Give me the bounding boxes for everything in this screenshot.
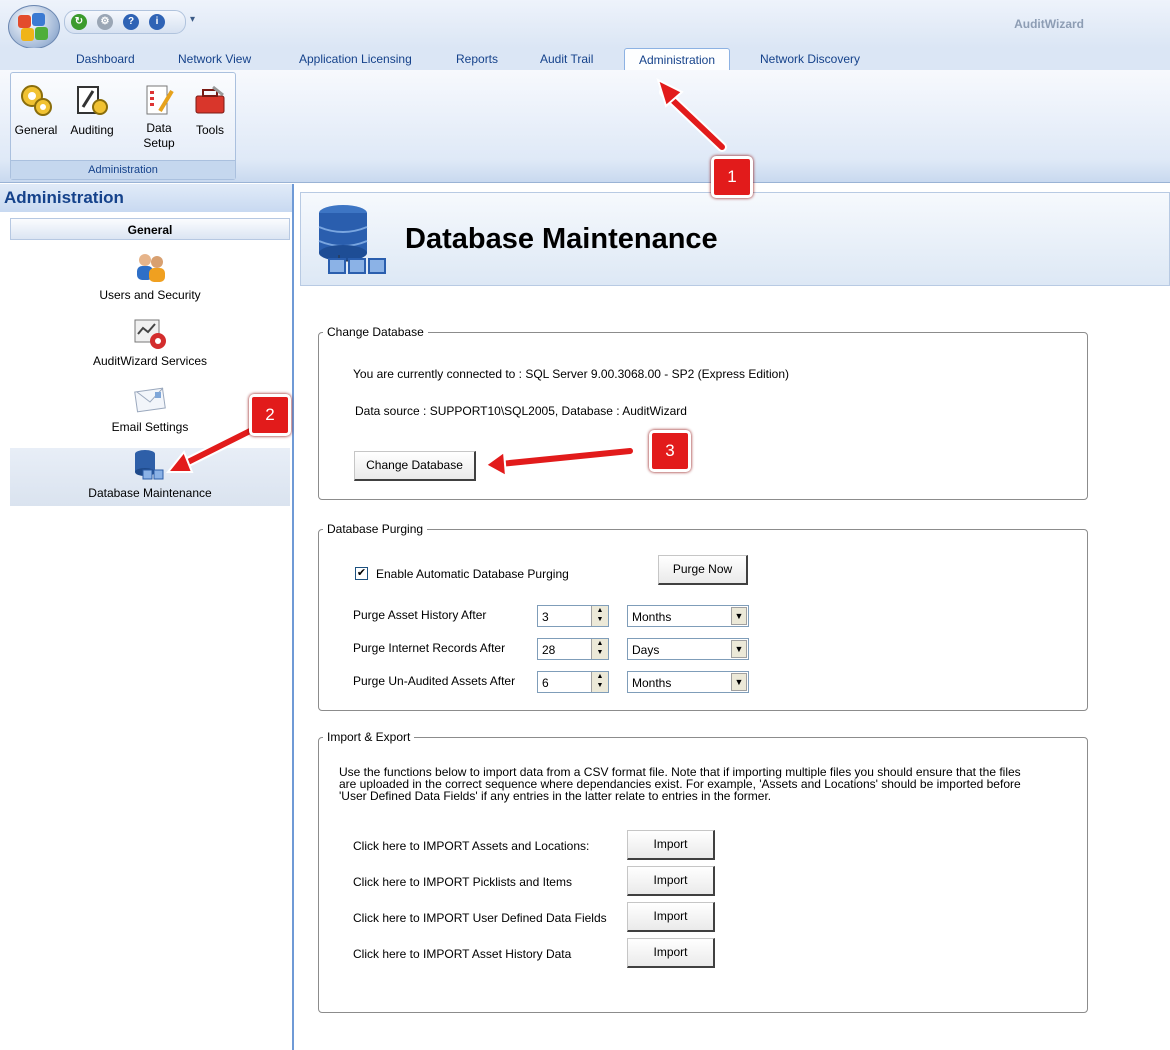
- annotation-callout-3: 3: [649, 430, 691, 472]
- annotation-arrows: [165, 78, 727, 478]
- annotation-callout-1: 1: [711, 156, 753, 198]
- arrowhead-icon: [165, 450, 194, 473]
- arrowhead-icon: [484, 450, 508, 478]
- annotation-callout-2: 2: [249, 394, 291, 436]
- arrow-to-database-maintenance: [179, 427, 255, 468]
